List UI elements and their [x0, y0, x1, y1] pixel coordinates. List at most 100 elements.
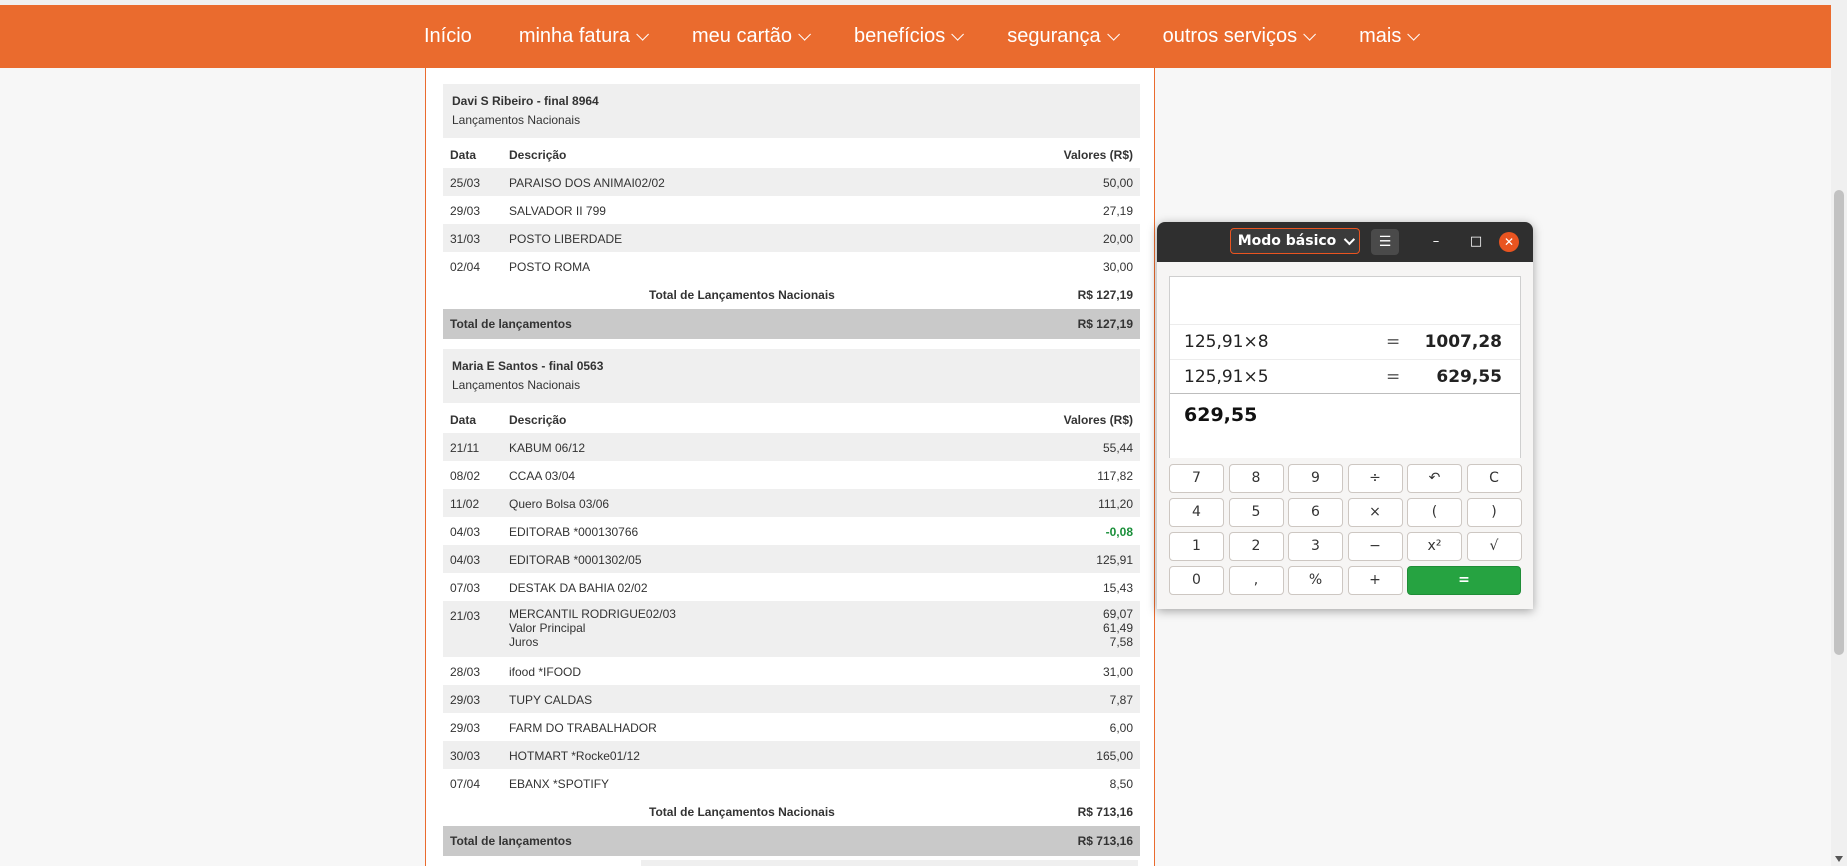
history-row[interactable]: 125,91×5 = 629,55 — [1170, 359, 1520, 394]
key-8[interactable]: 8 — [1228, 464, 1284, 493]
statement-panel: Davi S Ribeiro - final 8964 Lançamentos N… — [425, 68, 1155, 866]
row-date: 29/03 — [450, 721, 481, 735]
table-row[interactable]: 08/02 CCAA 03/04 117,82 — [443, 461, 1140, 489]
table-row[interactable]: 29/03 TUPY CALDAS 7,87 — [443, 685, 1140, 713]
history-result: 629,55 — [1436, 367, 1502, 387]
row-value: 111,20 — [1098, 497, 1133, 511]
key-7[interactable]: 7 — [1169, 464, 1224, 493]
sqrt-button[interactable]: √ — [1466, 532, 1522, 561]
row-value-line: 61,49 — [1102, 621, 1133, 635]
table-row[interactable]: 21/03 MERCANTIL RODRIGUE02/03 Valor Princi… — [443, 601, 1140, 657]
card-header: Davi S Ribeiro - final 8964 Lançamentos N… — [443, 84, 1140, 138]
divide-button[interactable]: ÷ — [1347, 464, 1403, 493]
history-row[interactable]: 125,91×8 = 1007,28 — [1170, 324, 1520, 359]
table-row[interactable]: 25/03 PARAISO DOS ANIMAI02/02 50,00 — [443, 168, 1140, 196]
scrollbar-thumb[interactable] — [1834, 190, 1844, 655]
chevron-down-icon — [1106, 28, 1120, 41]
row-date: 21/11 — [450, 441, 480, 455]
row-value: 55,44 — [1102, 441, 1133, 455]
nav-seguranca[interactable]: segurança — [1007, 25, 1120, 48]
key-2[interactable]: 2 — [1228, 532, 1284, 561]
key-9[interactable]: 9 — [1288, 464, 1343, 493]
history-result: 1007,28 — [1424, 332, 1502, 352]
percent-button[interactable]: % — [1288, 566, 1343, 595]
chevron-down-icon — [951, 28, 965, 41]
nav-inicio[interactable]: Início — [424, 25, 472, 48]
close-icon[interactable]: ✕ — [1499, 232, 1519, 252]
subtotal-row: Total de Lançamentos Nacionais R$ 713,16 — [443, 797, 1140, 825]
scroll-down-arrow-icon[interactable] — [1835, 856, 1843, 862]
row-description: PARAISO DOS ANIMAI02/02 — [509, 176, 665, 190]
undo-icon[interactable]: ↶ — [1407, 464, 1462, 493]
subtotal-label: Total de Lançamentos Nacionais — [649, 288, 835, 302]
table-row[interactable]: 29/03 SALVADOR II 799 27,19 — [443, 196, 1140, 224]
clear-button[interactable]: C — [1466, 464, 1522, 493]
table-row[interactable]: 07/03 DESTAK DA BAHIA 02/02 15,43 — [443, 573, 1140, 601]
row-date: 29/03 — [450, 204, 481, 218]
row-date: 21/03 — [450, 609, 481, 623]
equals-button[interactable]: = — [1407, 566, 1521, 595]
key-4[interactable]: 4 — [1169, 498, 1224, 527]
row-date: 08/02 — [450, 469, 481, 483]
total-label: Total de lançamentos — [450, 834, 572, 848]
mode-label: Modo básico — [1237, 233, 1337, 249]
mode-selector-button[interactable]: Modo básico — [1230, 228, 1360, 254]
table-row[interactable]: 29/03 FARM DO TRABALHADOR 6,00 — [443, 713, 1140, 741]
nav-minha-fatura[interactable]: minha fatura — [519, 25, 649, 48]
hamburger-menu-icon[interactable]: ☰ — [1371, 229, 1399, 255]
table-row[interactable]: 28/03 ifood *IFOOD 31,00 — [443, 657, 1140, 685]
column-header-value: Valores (R$) — [1063, 148, 1133, 162]
multiply-button[interactable]: × — [1347, 498, 1403, 527]
nav-mais[interactable]: mais — [1359, 25, 1421, 48]
table-row[interactable]: 31/03 POSTO LIBERDADE 20,00 — [443, 224, 1140, 252]
current-value: 629,55 — [1184, 404, 1258, 426]
table-row[interactable]: 02/04 POSTO ROMA 30,00 — [443, 252, 1140, 280]
subtract-button[interactable]: − — [1347, 532, 1403, 561]
chevron-down-icon — [1344, 233, 1356, 246]
key-6[interactable]: 6 — [1288, 498, 1343, 527]
row-description-line: Valor Principal — [509, 621, 586, 635]
page-scrollbar[interactable] — [1831, 0, 1847, 866]
nav-outros-servicos[interactable]: outros serviços — [1163, 25, 1317, 48]
row-description: MERCANTIL RODRIGUE02/03 Valor Principal Ju… — [509, 607, 676, 649]
row-value: 8,50 — [1109, 777, 1133, 791]
key-3[interactable]: 3 — [1288, 532, 1343, 561]
row-value: 69,07 61,49 7,58 — [1103, 607, 1133, 649]
calculator-titlebar[interactable]: Modo básico ☰ – □ ✕ — [1157, 222, 1533, 262]
subtotal-row: Total de Lançamentos Nacionais R$ 127,19 — [443, 280, 1140, 308]
table-row[interactable]: 30/03 HOTMART *Rocke01/12 165,00 — [443, 741, 1140, 769]
row-date: 30/03 — [450, 749, 481, 763]
maximize-icon[interactable]: □ — [1468, 234, 1484, 250]
row-value-line: 69,07 — [1102, 607, 1133, 621]
expression-input[interactable]: 629,55 — [1170, 393, 1520, 458]
nav-meu-cartao[interactable]: meu cartão — [692, 25, 812, 48]
next-card-header-edge — [641, 860, 1138, 866]
row-date: 25/03 — [450, 176, 481, 190]
minimize-icon[interactable]: – — [1428, 234, 1444, 250]
key-5[interactable]: 5 — [1228, 498, 1284, 527]
table-row[interactable]: 04/03 EDITORAB *0001302/05 125,91 — [443, 545, 1140, 573]
row-value-line: 7,58 — [1109, 635, 1133, 649]
row-value: 117,82 — [1097, 469, 1133, 483]
row-description: KABUM 06/12 — [509, 441, 586, 455]
table-row[interactable]: 11/02 Quero Bolsa 03/06 111,20 — [443, 489, 1140, 517]
table-row[interactable]: 21/11 KABUM 06/12 55,44 — [443, 433, 1140, 461]
row-description: POSTO ROMA — [509, 260, 591, 274]
calculator-window: Modo básico ☰ – □ ✕ 125,91×8 = 1007,28 1… — [1157, 222, 1533, 609]
row-value: 125,91 — [1096, 553, 1133, 567]
key-1[interactable]: 1 — [1169, 532, 1224, 561]
nav-label: segurança — [1007, 25, 1101, 47]
table-row[interactable]: 07/04 EBANX *SPOTIFY 8,50 — [443, 769, 1140, 797]
top-navigation-bar: Início minha fatura meu cartão benefício… — [0, 0, 1831, 68]
row-value: 31,00 — [1102, 665, 1133, 679]
add-button[interactable]: + — [1347, 566, 1403, 595]
row-description: CCAA 03/04 — [509, 469, 576, 483]
key-0[interactable]: 0 — [1169, 566, 1224, 595]
nav-beneficios[interactable]: benefícios — [854, 25, 965, 48]
close-paren-button[interactable]: ) — [1466, 498, 1522, 527]
decimal-separator-button[interactable]: , — [1228, 566, 1284, 595]
square-button[interactable]: x² — [1407, 532, 1462, 561]
table-row[interactable]: 04/03 EDITORAB *000130766 -0,08 — [443, 517, 1140, 545]
open-paren-button[interactable]: ( — [1407, 498, 1462, 527]
history-equals: = — [1386, 367, 1401, 387]
